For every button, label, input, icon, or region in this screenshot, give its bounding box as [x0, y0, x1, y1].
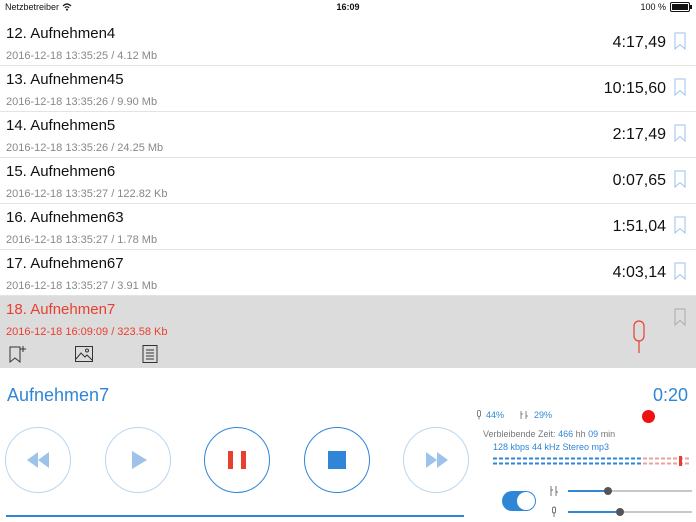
- recording-meta: 2016-12-18 13:35:25 / 4.12 Mb: [6, 50, 158, 62]
- gain-level: 29%: [519, 410, 552, 420]
- bookmark-icon[interactable]: [674, 78, 686, 96]
- gain-slider[interactable]: [568, 487, 692, 495]
- recording-meta: 2016-12-18 13:35:27 / 1.78 Mb: [6, 234, 158, 246]
- stop-button[interactable]: [304, 427, 370, 493]
- recording-title: 16. Aufnehmen63: [6, 209, 124, 226]
- bookmark-icon[interactable]: [674, 124, 686, 142]
- microphone-small-icon: [477, 410, 481, 420]
- recording-duration: 4:03,14: [612, 264, 666, 281]
- recording-title: 17. Aufnehmen67: [6, 255, 124, 272]
- recording-row-selected[interactable]: 18. Aufnehmen7 2016-12-18 16:09:09 / 323…: [0, 296, 696, 368]
- bookmark-icon[interactable]: [674, 170, 686, 188]
- play-icon: [132, 451, 147, 469]
- recordings-list[interactable]: 12. Aufnehmen4 2016-12-18 13:35:25 / 4.1…: [0, 20, 696, 368]
- bookmark-icon[interactable]: [674, 216, 686, 234]
- remaining-time: Verbleibende Zeit: 466 hh 09 min: [483, 429, 616, 439]
- recording-meta: 2016-12-18 13:35:27 / 3.91 Mb: [6, 280, 158, 292]
- recording-duration: 1:51,04: [612, 218, 666, 235]
- rewind-button[interactable]: [5, 427, 71, 493]
- clock: 16:09: [336, 2, 360, 12]
- recording-duration: 4:17,49: [612, 34, 666, 51]
- battery-indicator: 100 %: [640, 2, 692, 12]
- volume-slider[interactable]: [568, 508, 692, 516]
- recording-title: 15. Aufnehmen6: [6, 163, 116, 180]
- recording-title: 14. Aufnehmen5: [6, 117, 116, 134]
- recording-title: 18. Aufnehmen7: [6, 301, 116, 318]
- recording-row[interactable]: 14. Aufnehmen5 2016-12-18 13:35:26 / 24.…: [0, 112, 696, 158]
- bookmark-icon[interactable]: [674, 308, 686, 326]
- volume-slider-icon: [552, 506, 556, 517]
- elapsed-time: 0:20: [652, 385, 688, 405]
- recording-indicator: [642, 410, 655, 423]
- add-bookmark-icon[interactable]: [8, 344, 28, 364]
- recording-title: 13. Aufnehmen45: [6, 71, 124, 88]
- stop-icon: [328, 451, 346, 469]
- fast-forward-icon: [426, 452, 448, 468]
- player-panel: Aufnehmen7 0:20 44% 29% Verbleibende Zei…: [0, 382, 696, 522]
- now-playing-title: Aufnehmen7: [7, 385, 110, 405]
- play-button[interactable]: [105, 427, 171, 493]
- battery-icon: [670, 2, 692, 12]
- pause-icon: [228, 451, 246, 469]
- recording-row[interactable]: 12. Aufnehmen4 2016-12-18 13:35:25 / 4.1…: [0, 20, 696, 66]
- notes-icon[interactable]: [140, 344, 160, 364]
- pause-button[interactable]: [204, 427, 270, 493]
- gain-icon: [520, 411, 528, 419]
- recording-title: 12. Aufnehmen4: [6, 25, 116, 42]
- recording-meta: 2016-12-18 13:35:26 / 9.90 Mb: [6, 96, 158, 108]
- audio-format: 128 kbps 44 kHz Stereo mp3: [493, 442, 610, 452]
- playback-progress[interactable]: [6, 515, 464, 517]
- image-icon[interactable]: [74, 344, 94, 364]
- recording-row[interactable]: 16. Aufnehmen63 2016-12-18 13:35:27 / 1.…: [0, 204, 696, 250]
- level-meter: [493, 456, 689, 466]
- recording-meta: 2016-12-18 16:09:09 / 323.58 Kb: [6, 326, 168, 338]
- selected-row-toolbar: [8, 344, 160, 364]
- recording-row[interactable]: 13. Aufnehmen45 2016-12-18 13:35:26 / 9.…: [0, 66, 696, 112]
- bookmark-icon[interactable]: [674, 32, 686, 50]
- recording-row[interactable]: 17. Aufnehmen67 2016-12-18 13:35:27 / 3.…: [0, 250, 696, 296]
- recording-duration: 10:15,60: [603, 80, 666, 97]
- gain-slider-icon: [550, 486, 558, 496]
- recording-duration: 2:17,49: [612, 126, 666, 143]
- recording-duration: 0:07,65: [612, 172, 666, 189]
- monitor-toggle[interactable]: [502, 491, 536, 511]
- fast-forward-button[interactable]: [403, 427, 469, 493]
- recording-meta: 2016-12-18 13:35:27 / 122.82 Kb: [6, 188, 168, 200]
- rewind-icon: [27, 452, 49, 468]
- mic-level: 44%: [475, 410, 504, 420]
- recording-row[interactable]: 15. Aufnehmen6 2016-12-18 13:35:27 / 122…: [0, 158, 696, 204]
- recording-meta: 2016-12-18 13:35:26 / 24.25 Mb: [6, 142, 164, 154]
- microphone-icon: [633, 320, 645, 353]
- status-bar: Netzbetreiber 16:09 100 %: [0, 0, 696, 14]
- bookmark-icon[interactable]: [674, 262, 686, 280]
